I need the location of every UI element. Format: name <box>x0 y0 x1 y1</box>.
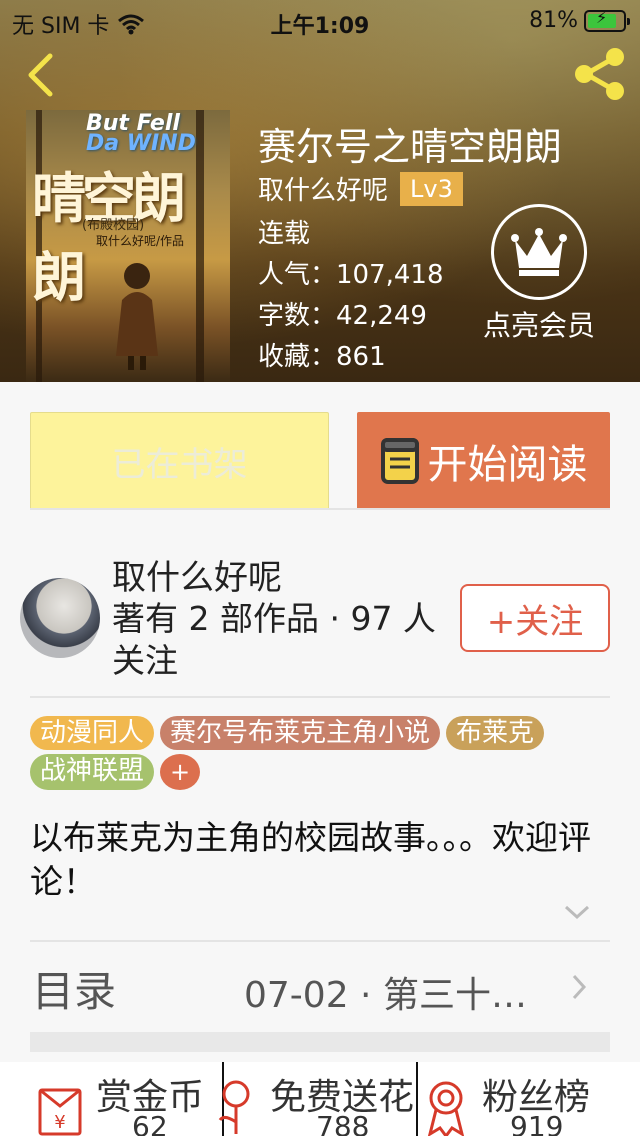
flower-icon <box>218 1080 250 1134</box>
author-name[interactable]: 取什么好呢 <box>258 170 388 207</box>
divider <box>30 508 610 510</box>
crown-icon <box>511 228 567 276</box>
book-favorites: 收藏：861 <box>258 342 386 372</box>
member-label: 点亮会员 <box>482 309 595 342</box>
reward-count: 62 <box>132 1110 168 1136</box>
tag-chip[interactable]: 布莱克 <box>446 716 545 750</box>
start-reading-button[interactable]: 开始阅读 <box>357 412 610 510</box>
book-icon <box>380 438 419 484</box>
tag-list: 动漫同人 赛尔号布莱克主角小说 布莱克战神联盟 + <box>30 716 610 790</box>
back-button[interactable] <box>18 50 62 100</box>
send-flower-count: 788 <box>316 1110 370 1136</box>
award-ribbon-icon <box>427 1081 465 1136</box>
book-word-count: 字数：42,249 <box>258 301 427 331</box>
book-title: 赛尔号之晴空朗朗 <box>258 125 563 169</box>
share-icon <box>575 48 624 100</box>
add-tag-button[interactable]: + <box>160 754 201 790</box>
section-separator <box>30 1032 610 1052</box>
cover-figure <box>116 263 158 370</box>
fans-ranking-item[interactable]: 粉丝榜 919 <box>418 1062 640 1136</box>
red-envelope-icon: ¥ <box>38 1088 82 1136</box>
tag-chip[interactable]: 赛尔号布莱克主角小说 <box>160 716 441 750</box>
follow-button[interactable]: +关注 <box>460 584 610 652</box>
toc-label: 目录 <box>32 967 117 1016</box>
reward-coins-item[interactable]: ¥ 赏金币 62 <box>0 1062 222 1136</box>
cover-subtitle: (布殿校园) <box>82 218 145 233</box>
divider <box>30 696 610 698</box>
start-reading-label: 开始阅读 <box>427 442 588 488</box>
share-button[interactable] <box>572 46 628 102</box>
crown-icon-ring <box>491 204 587 300</box>
book-detail-content: 已在书架 开始阅读 取什么好呢 著有 2 部作品 · 97 人关注 +关注 动漫… <box>0 382 640 1136</box>
table-of-contents-row[interactable]: 目录 07-02 · 第三十… <box>0 942 640 1034</box>
chevron-left-icon <box>28 53 53 97</box>
battery-group: 81% ⚡ <box>529 8 630 33</box>
book-header: 无 SIM 卡 上午1:09 81% ⚡ But Fell Da WIND 晴空… <box>0 0 640 382</box>
battery-percent: 81% <box>529 8 578 33</box>
author-card: 取什么好呢 著有 2 部作品 · 97 人关注 +关注 <box>0 548 640 696</box>
bottom-action-bar: ¥ 赏金币 62 免费送花 788 粉丝榜 919 <box>0 1062 640 1136</box>
book-meta: 连载 人气：107,418 字数：42,249 收藏：861 <box>258 214 444 378</box>
chevron-right-icon <box>572 974 587 1000</box>
battery-icon: ⚡ <box>584 8 630 32</box>
author-card-stats: 著有 2 部作品 · 97 人关注 <box>112 599 436 680</box>
cover-author: 取什么好呢/作品 <box>96 234 185 248</box>
author-card-name[interactable]: 取什么好呢 <box>112 550 282 599</box>
cover-english-line2: Da WIND <box>86 131 196 156</box>
book-popularity: 人气：107,418 <box>258 260 444 290</box>
author-row: 取什么好呢 Lv3 <box>258 170 463 207</box>
status-bar: 无 SIM 卡 上午1:09 81% ⚡ <box>0 0 640 40</box>
in-shelf-button[interactable]: 已在书架 <box>30 412 329 510</box>
avatar[interactable] <box>20 578 100 658</box>
tag-chip[interactable]: 动漫同人 <box>30 716 155 750</box>
book-cover[interactable]: But Fell Da WIND 晴空朗朗 (布殿校园) 取什么好呢/作品 <box>26 110 230 382</box>
book-status: 连载 <box>258 219 311 249</box>
fans-ranking-count: 919 <box>510 1110 564 1136</box>
send-flower-item[interactable]: 免费送花 788 <box>218 1062 416 1136</box>
cover-english-title: But Fell Da WIND <box>86 113 196 156</box>
tag-chip[interactable]: 战神联盟 <box>30 754 155 790</box>
chevron-down-icon[interactable] <box>562 902 592 922</box>
level-badge: Lv3 <box>400 171 463 206</box>
book-description: 以布莱克为主角的校园故事。。。欢迎评论！ <box>30 818 591 901</box>
toc-latest-chapter: 07-02 · 第三十… <box>244 975 527 1016</box>
svg-text:¥: ¥ <box>54 1112 65 1133</box>
member-button[interactable]: 点亮会员 <box>474 204 604 344</box>
